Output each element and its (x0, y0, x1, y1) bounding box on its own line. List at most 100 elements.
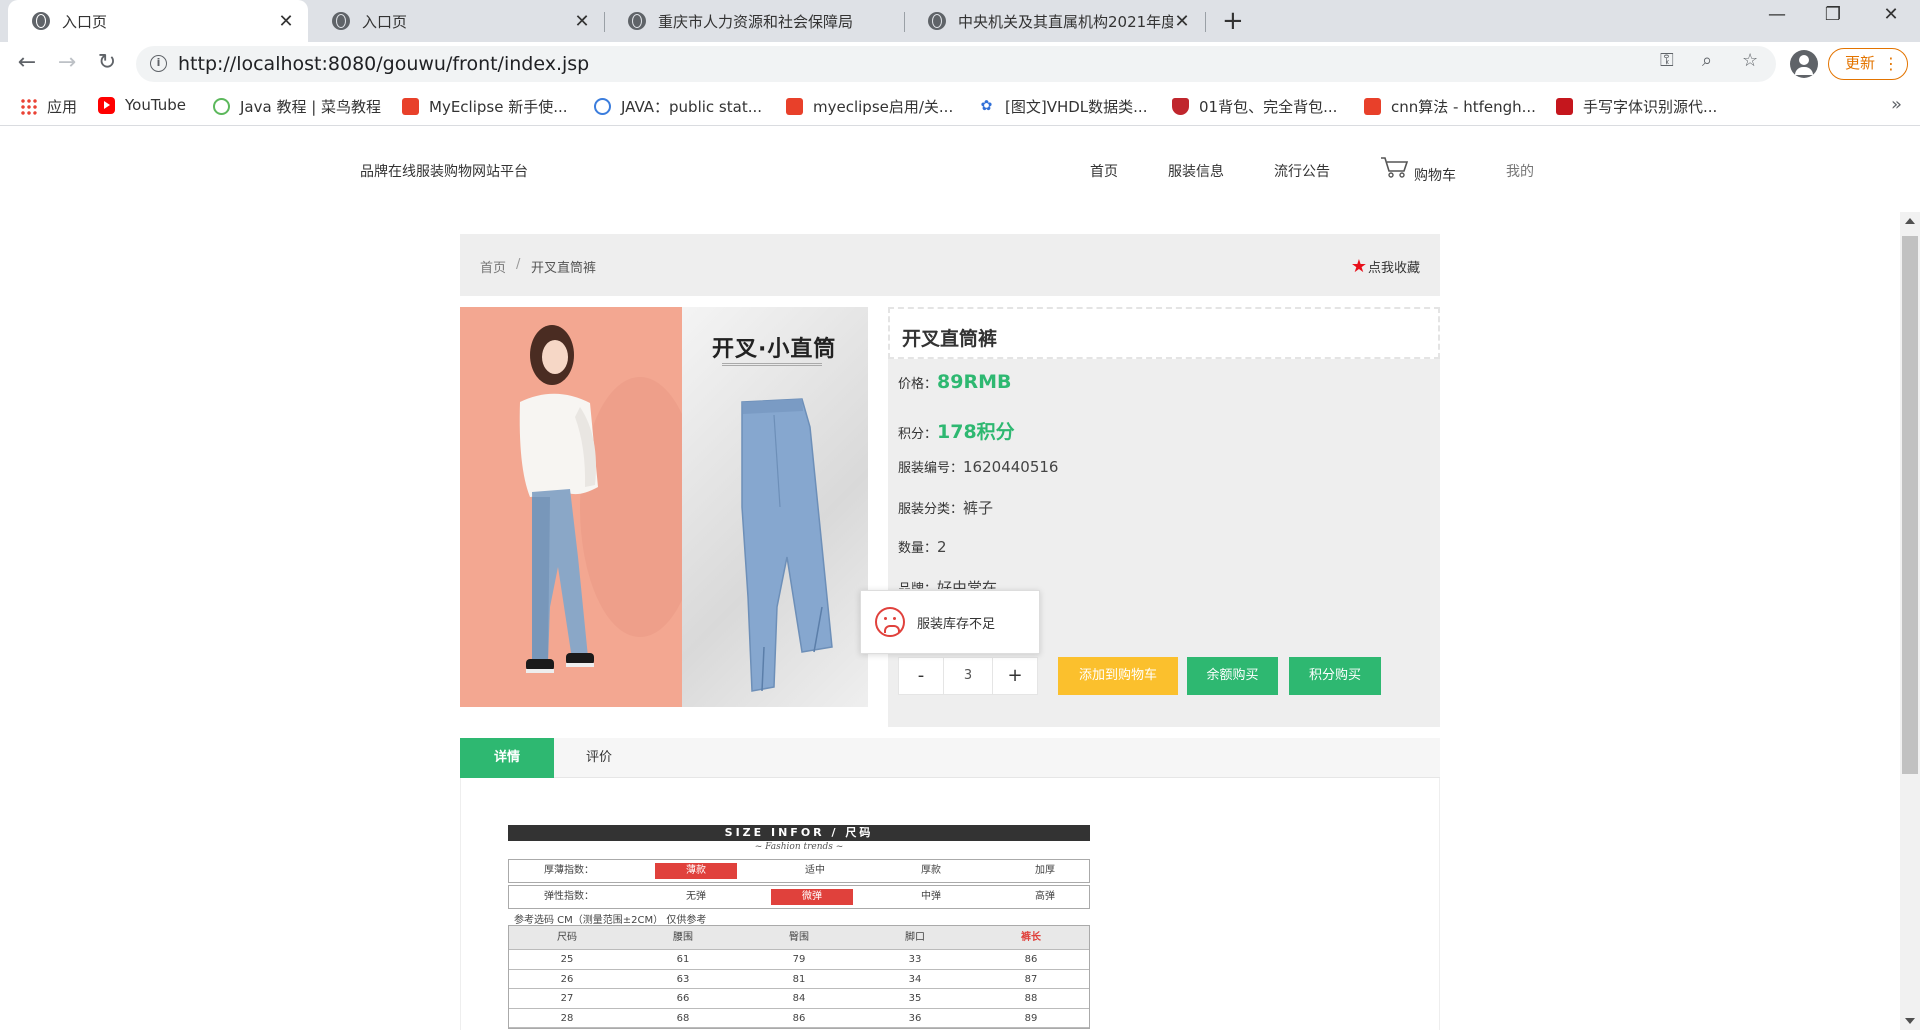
bookmark-label: [图文]VHDL数据类... (1005, 98, 1148, 116)
site-header: 品牌在线服装购物网站平台 首页 服装信息 流行公告 购物车 我的 (0, 127, 1920, 212)
product-tabs: 详情 评价 (460, 738, 1440, 778)
stock-value: 2 (937, 538, 947, 556)
nav-cart[interactable]: 购物车 (1414, 165, 1456, 185)
size-chart-subheader: ~ Fashion trends ~ (754, 842, 844, 852)
tab-reviews[interactable]: 评价 (554, 738, 644, 778)
add-to-cart-button[interactable]: 添加到购物车 (1058, 657, 1178, 695)
globe-icon (628, 12, 646, 30)
elastic-label: 弹性指数： (544, 891, 594, 902)
page-scrollbar[interactable] (1900, 212, 1920, 1030)
size-table-cell: 86 (1024, 954, 1038, 965)
tab-details[interactable]: 详情 (460, 738, 554, 778)
bookmark-knapsack[interactable]: 01背包、完全背包... (1172, 96, 1337, 117)
reload-icon[interactable]: ↻ (92, 50, 122, 75)
size-column-header: 腰围 (673, 932, 693, 943)
minimize-icon[interactable]: — (1754, 4, 1800, 25)
bookmark-myeclipse-toggle[interactable]: myeclipse启用/关... (786, 96, 953, 117)
browser-tab-3[interactable]: 重庆市人力资源和社会保障局 (604, 0, 904, 42)
price-label: 价格： (898, 377, 938, 392)
size-table-row: 28 68 86 36 89 (509, 1009, 1089, 1028)
nav-mine[interactable]: 我的 (1506, 161, 1534, 181)
csdn-icon (786, 98, 803, 115)
bookmark-myeclipse[interactable]: MyEclipse 新手使... (402, 96, 568, 117)
browser-tab-title: 中央机关及其直属机构2021年度 (958, 12, 1173, 31)
product-name: 开叉直筒裤 (902, 328, 998, 350)
bookmark-label: MyEclipse 新手使... (429, 98, 568, 116)
size-table-cell: 81 (792, 973, 806, 985)
breadcrumb-separator: / (516, 257, 521, 272)
browser-tab-1[interactable]: 入口页 ✕ (8, 0, 308, 42)
thickness-option: 薄款 (655, 863, 737, 879)
globe-icon (332, 12, 350, 30)
buy-with-balance-button[interactable]: 余额购买 (1187, 657, 1278, 695)
address-url[interactable]: http://localhost:8080/gouwu/front/index.… (178, 53, 589, 75)
nav-news[interactable]: 流行公告 (1274, 161, 1330, 181)
close-tab-icon[interactable]: ✕ (572, 11, 592, 32)
bookmark-java[interactable]: JAVA：public stat... (594, 96, 762, 117)
code-row: 服装编号： 1620440516 (898, 457, 1058, 476)
browser-tab-title: 入口页 (62, 12, 108, 31)
scroll-down-icon[interactable] (1905, 1018, 1915, 1024)
forward-icon[interactable]: → (52, 50, 82, 75)
bookmark-cnn[interactable]: cnn算法 - htfengh... (1364, 96, 1536, 117)
bookmark-handwriting[interactable]: 手写字体识别源代... (1556, 96, 1717, 117)
apps-icon (20, 98, 37, 115)
stock-row: 数量： 2 (898, 537, 947, 556)
jeans-photo: 开叉·小直筒 (682, 307, 868, 707)
size-table-cell: 88 (1024, 993, 1038, 1004)
restore-icon[interactable]: ❐ (1810, 4, 1856, 25)
points-value: 178积分 (937, 421, 1015, 443)
update-button[interactable]: 更新 (1828, 48, 1908, 80)
elastic-option: 微弹 (771, 889, 853, 905)
bookmark-runoob[interactable]: Java 教程 | 菜鸟教程 (213, 96, 381, 117)
bookmark-label: 应用 (47, 98, 78, 116)
sad-face-icon (875, 607, 905, 637)
size-table-cell: 79 (792, 954, 806, 965)
profile-avatar-icon[interactable] (1790, 50, 1818, 78)
back-icon[interactable]: ← (12, 50, 42, 75)
code-label: 服装编号： (898, 461, 964, 476)
elastic-option: 高弹 (1035, 891, 1055, 902)
bookmark-apps[interactable]: 应用 (20, 96, 77, 117)
bookmark-label: Java 教程 | 菜鸟教程 (240, 98, 382, 116)
close-window-icon[interactable]: ✕ (1868, 4, 1914, 25)
product-info-panel: 开叉直筒裤 价格： 89RMB 积分： 178积分 服装编号： 16204405… (888, 307, 1440, 727)
blue-circle-icon (594, 98, 611, 115)
buy-with-points-button[interactable]: 积分购买 (1289, 657, 1381, 695)
size-column-header: 裤长 (1021, 932, 1041, 943)
scrollbar-thumb[interactable] (1902, 236, 1918, 774)
brand-value: 好由常在 (937, 579, 998, 589)
globe-icon (928, 12, 946, 30)
bookmark-label: 手写字体识别源代... (1583, 98, 1718, 116)
favorite-button[interactable]: ★ 点我收藏 (1351, 256, 1420, 277)
quantity-input[interactable]: 3 (943, 658, 993, 694)
decrease-quantity-button[interactable]: - (899, 658, 943, 694)
increase-quantity-button[interactable]: + (993, 658, 1037, 694)
close-tab-icon[interactable]: ✕ (1172, 11, 1192, 32)
scroll-up-icon[interactable] (1905, 218, 1915, 224)
brand-label: 品牌： (898, 578, 937, 589)
nav-home[interactable]: 首页 (1090, 161, 1118, 181)
size-column-header: 尺码 (557, 932, 577, 943)
browser-tab-2[interactable]: 入口页 ✕ (308, 0, 604, 42)
breadcrumb-home[interactable]: 首页 (480, 257, 506, 276)
quantity-stepper: - 3 + (898, 657, 1038, 695)
bookmark-vhdl[interactable]: ✿ [图文]VHDL数据类... (978, 96, 1147, 117)
browser-tab-4[interactable]: 中央机关及其直属机构2021年度 ✕ (904, 0, 1204, 42)
bookmark-star-icon[interactable]: ☆ (1742, 50, 1758, 71)
address-bar[interactable]: i http://localhost:8080/gouwu/front/inde… (136, 46, 1776, 82)
thickness-row: 厚薄指数： 薄款 适中 厚款 加厚 (508, 859, 1090, 883)
shopping-cart-icon[interactable] (1380, 155, 1410, 179)
site-title: 品牌在线服装购物网站平台 (360, 164, 528, 180)
toast-text: 服装库存不足 (917, 616, 996, 632)
new-tab-icon[interactable]: + (1222, 6, 1244, 36)
red-c-icon (1556, 98, 1573, 115)
bookmark-youtube[interactable]: YouTube (98, 96, 186, 114)
nav-clothing[interactable]: 服装信息 (1168, 161, 1224, 181)
more-bookmarks-icon[interactable]: » (1891, 94, 1902, 115)
site-info-icon[interactable]: i (150, 55, 167, 72)
close-tab-icon[interactable]: ✕ (276, 11, 296, 32)
elastic-option: 中弹 (921, 891, 941, 902)
zoom-icon[interactable]: ⌕ (1702, 50, 1712, 71)
key-icon[interactable]: ⚿ (1660, 50, 1674, 71)
